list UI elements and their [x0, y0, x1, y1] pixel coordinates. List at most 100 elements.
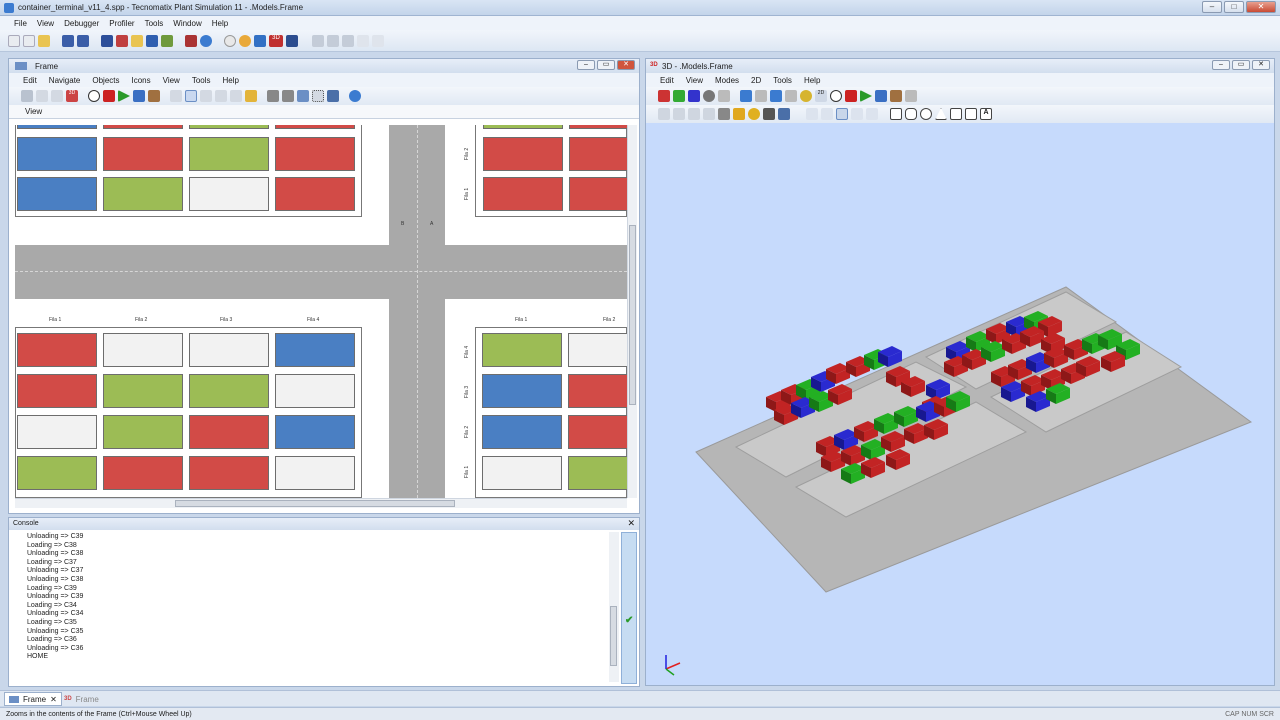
container-red[interactable] [275, 125, 355, 129]
tile-icon[interactable] [372, 34, 384, 47]
reset-icon[interactable] [103, 90, 115, 102]
scissors-icon[interactable] [21, 90, 33, 102]
container-blue[interactable] [17, 177, 97, 211]
help-icon[interactable] [200, 34, 212, 47]
up-arrow-icon[interactable] [740, 90, 752, 102]
frame-horizontal-scrollbar[interactable] [15, 498, 627, 508]
back-arrow-icon[interactable] [770, 90, 782, 102]
favorites-icon[interactable] [131, 34, 143, 47]
frame-vertical-scrollbar[interactable] [627, 125, 637, 498]
3d-frame-icon[interactable] [286, 34, 298, 47]
minimize-button[interactable]: – [1202, 1, 1222, 13]
container-white[interactable] [482, 456, 562, 490]
container-green[interactable] [189, 125, 269, 129]
clock-icon[interactable] [88, 90, 100, 102]
new-folder-icon[interactable] [23, 34, 35, 47]
tab-frame[interactable]: Frame ✕ [4, 692, 62, 706]
3d-fast-forward-icon[interactable] [875, 90, 887, 102]
frame-close-button[interactable]: ✕ [617, 60, 635, 70]
container-blue[interactable] [482, 415, 562, 449]
table-icon[interactable] [254, 34, 266, 47]
toolbox-icon[interactable] [116, 34, 128, 47]
windows-icon[interactable] [342, 34, 354, 47]
container-green[interactable] [103, 415, 183, 449]
new-icon[interactable] [8, 34, 20, 47]
y-axis-icon[interactable] [673, 90, 685, 102]
menu-debugger[interactable]: Debugger [64, 19, 99, 28]
3d-menu-tools[interactable]: Tools [773, 76, 792, 85]
3d-menu-2d[interactable]: 2D [751, 76, 761, 85]
3d-clock-icon[interactable] [830, 90, 842, 102]
3d-brush-icon[interactable] [890, 90, 902, 102]
menu-view[interactable]: View [37, 19, 54, 28]
save-as-icon[interactable] [77, 34, 89, 47]
console-scrollbar[interactable] [609, 532, 619, 682]
container-red[interactable] [568, 415, 627, 449]
frame-canvas[interactable]: A B Fila 2 Fila 1 Fila 1 Fila 2 Fila 3 F… [15, 125, 627, 498]
search-icon[interactable] [718, 90, 730, 102]
container-blue[interactable] [482, 374, 562, 408]
console-close-icon[interactable]: ✕ [627, 518, 635, 529]
container-red[interactable] [568, 374, 627, 408]
container-green[interactable] [482, 333, 562, 367]
container-red[interactable] [275, 137, 355, 171]
menu-file[interactable]: File [14, 19, 27, 28]
container-red[interactable] [103, 125, 183, 129]
tab-3d-frame[interactable]: 3D Frame [60, 692, 103, 706]
zoom-fit-icon[interactable] [215, 90, 227, 102]
container-green[interactable] [568, 456, 627, 490]
down-arrow-icon[interactable] [755, 90, 767, 102]
info-icon[interactable] [349, 90, 361, 102]
save-icon[interactable] [62, 34, 74, 47]
class-library-icon[interactable] [101, 34, 113, 47]
3d-minimize-button[interactable]: – [1212, 60, 1230, 70]
container-red[interactable] [17, 374, 97, 408]
container-red[interactable] [103, 456, 183, 490]
3d-restore-button[interactable]: ▭ [1232, 60, 1250, 70]
print-icon[interactable] [230, 90, 242, 102]
layout-icon[interactable] [312, 34, 324, 47]
tab-close-icon[interactable]: ✕ [50, 695, 57, 704]
container-green[interactable] [189, 374, 269, 408]
3d-close-button[interactable]: ✕ [1252, 60, 1270, 70]
close-button[interactable]: ✕ [1246, 1, 1276, 13]
console-icon[interactable] [146, 34, 158, 47]
3d-menu-modes[interactable]: Modes [715, 76, 739, 85]
model-icon[interactable] [185, 34, 197, 47]
event-controller-icon[interactable] [224, 34, 236, 47]
tools-icon[interactable] [327, 90, 339, 102]
container-red[interactable] [569, 125, 627, 129]
3d-menu-help[interactable]: Help [804, 76, 820, 85]
3d-small-icon[interactable]: 3D [66, 90, 78, 102]
frame-hscroll-thumb[interactable] [175, 500, 455, 507]
frame-menu-view[interactable]: View [163, 76, 180, 85]
frame-menu-help[interactable]: Help [223, 76, 239, 85]
frame-vscroll-thumb[interactable] [629, 225, 636, 405]
container-red[interactable] [103, 137, 183, 171]
frame-menu-icons[interactable]: Icons [132, 76, 151, 85]
grid-icon[interactable] [327, 34, 339, 47]
menu-window[interactable]: Window [173, 19, 201, 28]
frame-restore-button[interactable]: ▭ [597, 60, 615, 70]
frame-minimize-button[interactable]: – [577, 60, 595, 70]
x-axis-icon[interactable] [658, 90, 670, 102]
container-green[interactable] [189, 137, 269, 171]
container-red[interactable] [275, 177, 355, 211]
container-blue[interactable] [275, 333, 355, 367]
3d-menu-edit[interactable]: Edit [660, 76, 674, 85]
container-red[interactable] [569, 137, 627, 171]
container-white[interactable] [103, 333, 183, 367]
eye-icon[interactable] [703, 90, 715, 102]
move-icon[interactable] [905, 90, 917, 102]
container-green[interactable] [103, 374, 183, 408]
console-scroll-thumb[interactable] [610, 606, 617, 666]
container-green[interactable] [17, 456, 97, 490]
container-blue[interactable] [17, 137, 97, 171]
animation-icon[interactable] [239, 34, 251, 47]
edit-brush-icon[interactable] [148, 90, 160, 102]
container-red[interactable] [189, 415, 269, 449]
forward-arrow-icon[interactable] [785, 90, 797, 102]
grid-toggle-icon[interactable] [312, 90, 324, 102]
container-green[interactable] [483, 125, 563, 129]
zoom-out-icon[interactable] [200, 90, 212, 102]
